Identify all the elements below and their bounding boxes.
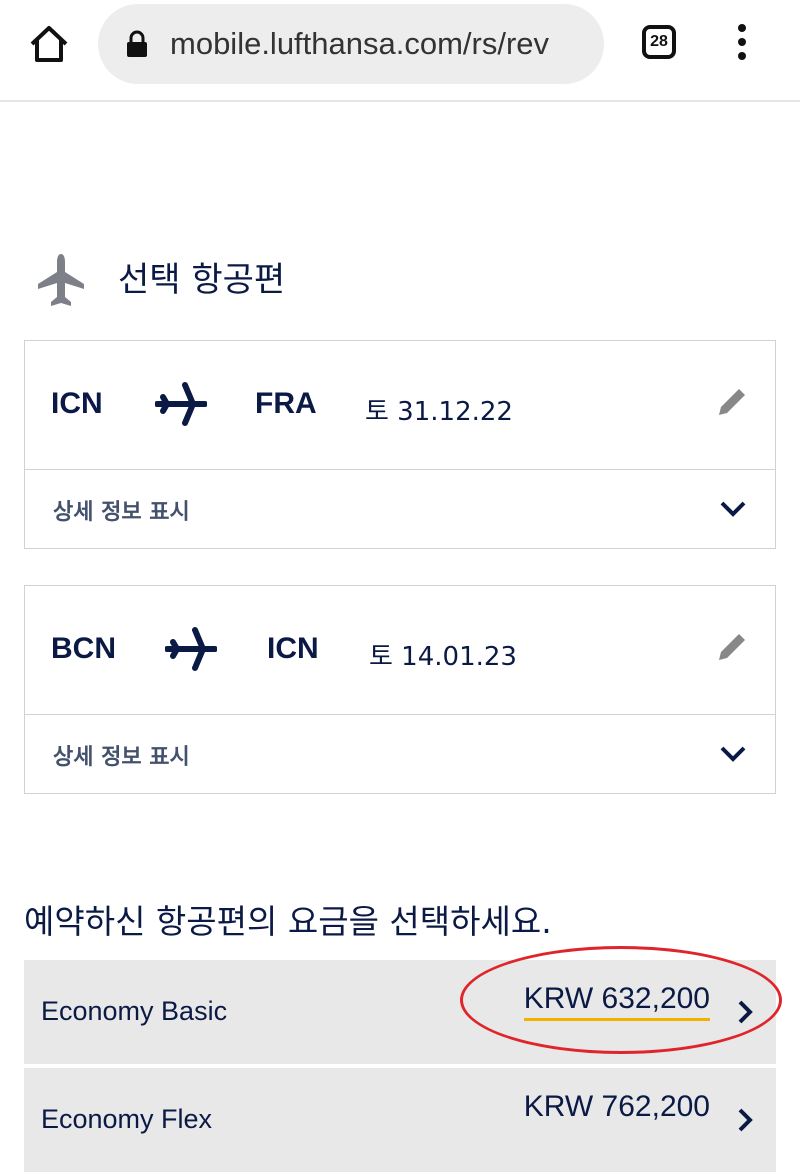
chevron-right-icon [738,1000,753,1024]
url-text: mobile.lufthansa.com/rs/rev [170,26,550,61]
fare-option-economy-basic[interactable]: Economy Basic KRW 632,200 [24,960,776,1064]
section-title: 선택 항공편 [118,260,286,300]
chevron-down-icon [720,501,746,517]
lock-icon [127,30,147,57]
origin-code: ICN [51,387,103,420]
airplane-icon [38,254,84,306]
plane-arrow-icon [165,627,217,671]
browser-toolbar: mobile.lufthansa.com/rs/rev 28 [0,0,800,102]
flight-card: ICN FRA 토 31.12.22 상세 정보 표시 [24,340,776,549]
fare-option-economy-flex[interactable]: Economy Flex KRW 762,200 [24,1068,776,1172]
fare-price[interactable]: KRW 632,200 [523,982,710,1021]
flight-summary-row: BCN ICN 토 14.01.23 [25,586,775,715]
details-label: 상세 정보 표시 [53,745,190,770]
destination-code: ICN [267,632,319,665]
edit-pencil-icon[interactable] [715,385,749,419]
fare-prompt: 예약하신 항공편의 요금을 선택하세요. [24,902,552,941]
fare-name: Economy Basic [41,996,228,1026]
plane-arrow-icon [155,382,207,426]
details-toggle[interactable]: 상세 정보 표시 [25,470,775,548]
destination-code: FRA [255,387,317,420]
more-menu-icon[interactable] [734,24,750,64]
details-toggle[interactable]: 상세 정보 표시 [25,715,775,793]
flight-summary-row: ICN FRA 토 31.12.22 [25,341,775,470]
flight-date: 토 14.01.23 [369,642,517,672]
chevron-down-icon [720,746,746,762]
details-label: 상세 정보 표시 [53,500,190,525]
tab-switcher-button[interactable]: 28 [642,25,676,59]
home-icon[interactable] [28,24,70,64]
address-bar[interactable]: mobile.lufthansa.com/rs/rev [98,4,604,84]
flight-date: 토 31.12.22 [365,397,513,427]
origin-code: BCN [51,632,116,665]
fare-name: Economy Flex [41,1104,213,1134]
edit-pencil-icon[interactable] [715,630,749,664]
flight-card: BCN ICN 토 14.01.23 상세 정보 표시 [24,585,776,794]
fare-price[interactable]: KRW 762,200 [524,1090,710,1124]
chevron-right-icon [738,1108,753,1132]
